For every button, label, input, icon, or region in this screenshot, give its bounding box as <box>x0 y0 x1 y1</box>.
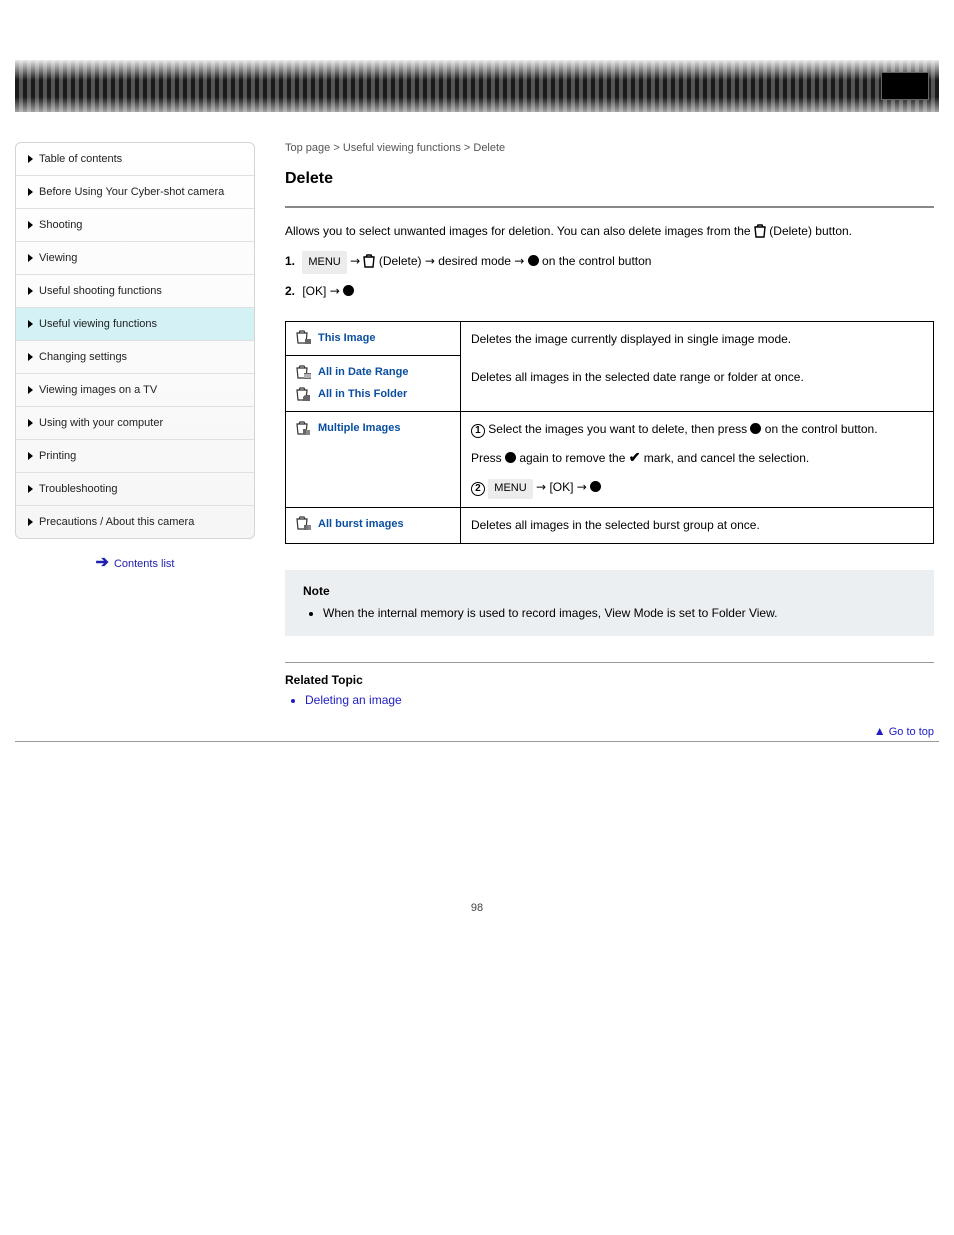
trash-icon <box>363 254 375 268</box>
step-1: 1. MENU → (Delete) → desired mode → on t… <box>285 250 934 274</box>
contents-list-label: Contents list <box>114 558 175 570</box>
sidebar-item-precautions[interactable]: Precautions / About this camera <box>16 506 254 538</box>
sidebar: Table of contents Before Using Your Cybe… <box>15 142 255 738</box>
sidebar-item-label: Troubleshooting <box>39 483 117 495</box>
menu-chip: MENU <box>488 479 532 499</box>
option-label: This Image <box>318 330 375 348</box>
trash-all-folder-icon <box>296 387 312 403</box>
sidebar-item-viewing[interactable]: Viewing <box>16 242 254 275</box>
sidebar-item-label: Using with your computer <box>39 417 163 429</box>
sidebar-item-useful-shooting[interactable]: Useful shooting functions <box>16 275 254 308</box>
header-bar <box>15 60 939 112</box>
sidebar-item-label: Shooting <box>39 219 82 231</box>
title-rule <box>285 206 934 208</box>
center-button-icon <box>343 285 354 296</box>
option-desc: Deletes all images in the selected burst… <box>460 507 933 543</box>
breadcrumb-leaf: Delete <box>473 142 505 154</box>
option-desc: 1 Select the images you want to delete, … <box>460 412 933 507</box>
table-row: This Image Deletes the image currently d… <box>286 321 934 356</box>
sidebar-item-label: Precautions / About this camera <box>39 516 194 528</box>
table-row: Multiple Images 1 Select the images you … <box>286 412 934 507</box>
breadcrumb-cat[interactable]: Useful viewing functions <box>343 142 461 154</box>
circled-one-icon: 1 <box>471 424 485 438</box>
table-row: All burst images Deletes all images in t… <box>286 507 934 543</box>
related-title: Related Topic <box>285 673 934 687</box>
chevron-right-icon <box>28 353 33 361</box>
sidebar-item-label: Viewing images on a TV <box>39 384 157 396</box>
related-rule <box>285 662 934 663</box>
chevron-right-icon <box>28 155 33 163</box>
option-label: Multiple Images <box>318 420 401 438</box>
chevron-right-icon <box>28 386 33 394</box>
note-item: When the internal memory is used to reco… <box>323 604 916 622</box>
menu-chip: MENU <box>302 251 346 274</box>
sidebar-item-label: Changing settings <box>39 351 127 363</box>
sidebar-item-label: Before Using Your Cyber-shot camera <box>39 186 224 198</box>
sidebar-item-label: Useful shooting functions <box>39 285 162 297</box>
procedure-steps: 1. MENU → (Delete) → desired mode → on t… <box>285 250 934 303</box>
center-button-icon <box>528 255 539 266</box>
sidebar-item-label: Useful viewing functions <box>39 318 157 330</box>
trash-all-date-icon <box>296 365 312 381</box>
sidebar-item-label: Printing <box>39 450 76 462</box>
center-button-icon <box>590 481 601 492</box>
sidebar-item-changing-settings[interactable]: Changing settings <box>16 341 254 374</box>
trash-multiple-icon <box>296 421 312 437</box>
circled-two-icon: 2 <box>471 482 485 496</box>
page-title: Delete <box>285 170 934 188</box>
option-label: All in This Folder <box>318 386 407 404</box>
sidebar-item-printing[interactable]: Printing <box>16 440 254 473</box>
footer-rule <box>15 741 939 742</box>
related-link[interactable]: Deleting an image <box>305 691 934 710</box>
note-title: Note <box>303 584 916 598</box>
chevron-right-icon <box>28 419 33 427</box>
sidebar-item-troubleshooting[interactable]: Troubleshooting <box>16 473 254 506</box>
sidebar-list: Table of contents Before Using Your Cybe… <box>15 142 255 539</box>
go-to-top[interactable]: ▲ Go to top <box>285 724 934 738</box>
related-list: Deleting an image <box>285 691 934 710</box>
chevron-right-icon <box>28 320 33 328</box>
intro-text: Allows you to select unwanted images for… <box>285 222 934 240</box>
center-button-icon <box>750 423 761 434</box>
breadcrumb: Top page > Useful viewing functions > De… <box>285 142 934 154</box>
sidebar-item-label: Table of contents <box>39 153 122 165</box>
top-page-button[interactable] <box>881 72 929 100</box>
step-2: 2. [OK] → <box>285 280 934 303</box>
go-to-top-label[interactable]: Go to top <box>889 726 934 738</box>
sidebar-item-before-using[interactable]: Before Using Your Cyber-shot camera <box>16 176 254 209</box>
trash-icon <box>754 224 766 238</box>
breadcrumb-root[interactable]: Top page <box>285 142 330 154</box>
option-label: All burst images <box>318 516 404 534</box>
options-table: This Image Deletes the image currently d… <box>285 321 934 544</box>
trash-all-burst-icon <box>296 516 312 532</box>
main-content: Top page > Useful viewing functions > De… <box>285 142 939 738</box>
sidebar-item-tv[interactable]: Viewing images on a TV <box>16 374 254 407</box>
chevron-right-icon <box>28 254 33 262</box>
option-label: All in Date Range <box>318 364 408 382</box>
chevron-right-icon <box>28 287 33 295</box>
chevron-right-icon <box>28 188 33 196</box>
center-button-icon <box>505 452 516 463</box>
option-desc: Deletes the image currently displayed in… <box>460 321 933 412</box>
note-box: Note When the internal memory is used to… <box>285 570 934 636</box>
page-footer: 98 <box>0 902 954 954</box>
page-number: 98 <box>471 902 483 914</box>
sidebar-item-computer[interactable]: Using with your computer <box>16 407 254 440</box>
sidebar-item-useful-viewing[interactable]: Useful viewing functions <box>16 308 254 341</box>
triangle-up-icon: ▲ <box>874 724 886 738</box>
chevron-right-icon <box>28 221 33 229</box>
check-icon: ✔ <box>629 449 641 465</box>
sidebar-item-label: Viewing <box>39 252 77 264</box>
trash-this-image-icon <box>296 330 312 346</box>
contents-list-link[interactable]: ➔ Contents list <box>15 551 255 572</box>
sidebar-item-shooting[interactable]: Shooting <box>16 209 254 242</box>
chevron-right-icon <box>28 518 33 526</box>
chevron-right-icon <box>28 485 33 493</box>
sidebar-item-toc[interactable]: Table of contents <box>16 143 254 176</box>
chevron-right-icon <box>28 452 33 460</box>
